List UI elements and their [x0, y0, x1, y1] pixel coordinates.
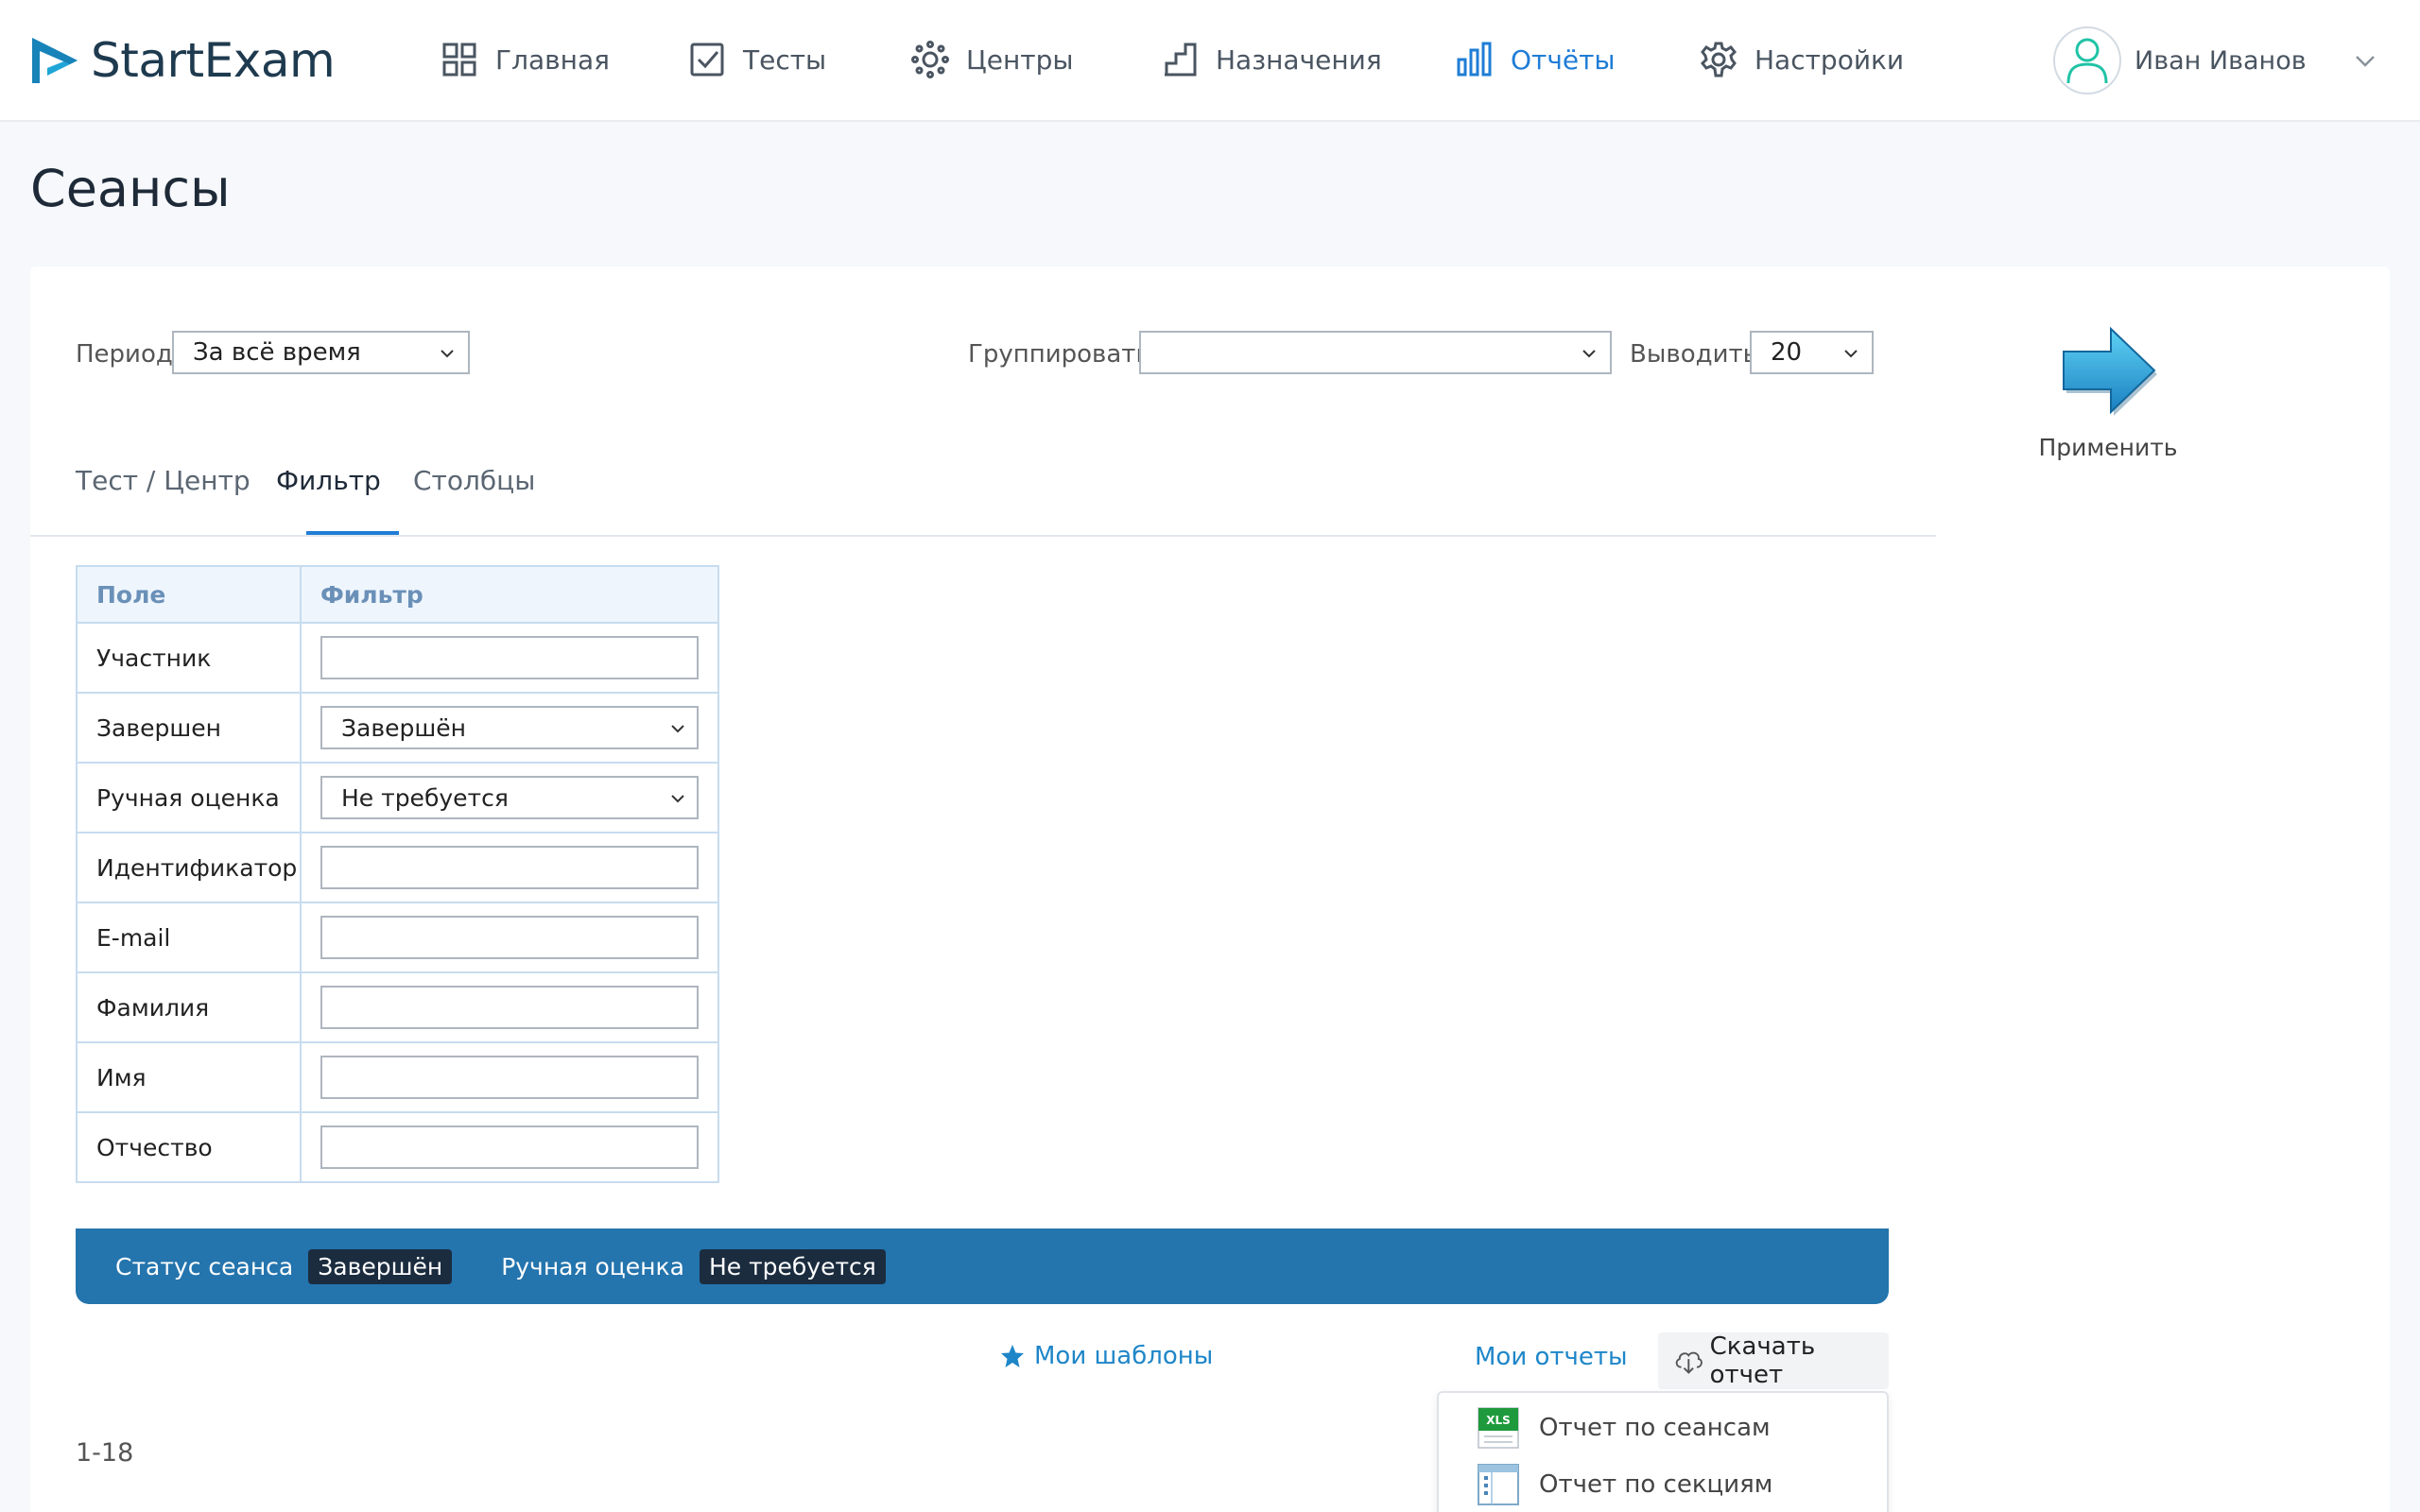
email-input[interactable] [320, 916, 699, 959]
nav-item-home[interactable]: Главная [441, 34, 610, 85]
filter-table: Поле Фильтр Участник Завершен Завершён Р… [76, 565, 719, 1183]
table-row: E-mail [76, 902, 719, 973]
chevron-down-icon [1582, 350, 1596, 358]
period-select[interactable]: За всё время [172, 331, 470, 374]
table-row: Имя [76, 1041, 719, 1113]
page-title: Сеансы [30, 159, 231, 218]
manual-grading-select[interactable]: Не требуется [320, 776, 699, 819]
stairs-icon [1165, 43, 1197, 77]
menu-item-label: Отчет по секциям [1539, 1470, 1773, 1499]
tab-test-center[interactable]: Тест / Центр [76, 465, 251, 496]
tab-columns[interactable]: Столбцы [413, 465, 535, 496]
xls-file-icon: XLS [1478, 1407, 1519, 1449]
field-name: Ручная оценка [76, 762, 302, 833]
participant-input[interactable] [320, 636, 699, 679]
filter-chip-value: Не требуется [699, 1248, 886, 1284]
column-header-filter: Фильтр [300, 565, 719, 624]
user-name: Иван Иванов [2135, 45, 2307, 76]
table-row: Идентификатор [76, 832, 719, 903]
tab-filter[interactable]: Фильтр [276, 465, 381, 496]
nav-item-label: Настройки [1754, 43, 1905, 76]
menu-item-label: Отчет по сеансам [1539, 1414, 1771, 1442]
chevron-down-icon[interactable] [2352, 47, 2378, 74]
nav-item-label: Отчёты [1511, 43, 1616, 76]
apply-button[interactable]: Применить [2032, 318, 2184, 461]
output-label: Выводить [1630, 340, 1757, 369]
checkbox-icon [690, 43, 724, 77]
output-count-select[interactable]: 20 [1750, 331, 1874, 374]
filter-tabs: Тест / Центр Фильтр Столбцы [30, 455, 1936, 537]
period-select-value: За всё время [193, 338, 361, 367]
field-name: Идентификатор [76, 832, 302, 903]
completed-select-value: Завершён [341, 713, 466, 742]
table-row: Отчество [76, 1111, 719, 1183]
nav-item-settings[interactable]: Настройки [1700, 34, 1904, 85]
table-row: Фамилия [76, 971, 719, 1043]
column-header-field: Поле [76, 565, 302, 624]
nav-item-centers[interactable]: Центры [911, 34, 1073, 85]
chevron-down-icon [1844, 350, 1858, 358]
field-name: Фамилия [76, 971, 302, 1043]
sections-file-icon [1478, 1464, 1519, 1505]
user-menu[interactable]: Иван Иванов [2053, 25, 2307, 96]
identifier-input[interactable] [320, 846, 699, 889]
table-row: Завершен Завершён [76, 692, 719, 764]
gear-icon [1700, 42, 1737, 77]
filter-chip-value: Завершён [308, 1248, 453, 1284]
group-label: Группировать [968, 340, 1150, 369]
my-templates-link[interactable]: Мои шаблоны [1000, 1342, 1213, 1370]
download-dropdown-menu: XLS Отчет по сеансам Отчет по секциям [1437, 1391, 1889, 1512]
group-select[interactable] [1139, 331, 1612, 374]
active-tab-indicator [306, 531, 399, 535]
menu-item-sessions-report[interactable]: XLS Отчет по сеансам [1477, 1404, 1771, 1452]
filter-chip-label: Статус сеанса [115, 1252, 294, 1280]
filter-chip-label: Ручная оценка [501, 1252, 684, 1280]
avatar [2053, 26, 2121, 94]
top-navigation-bar: StartExam Главная Тесты Центры Назначени… [0, 0, 2420, 122]
menu-item-sections-report[interactable]: Отчет по секциям [1477, 1461, 1772, 1508]
completed-select[interactable]: Завершён [320, 706, 699, 749]
my-templates-label: Мои шаблоны [1034, 1342, 1214, 1370]
output-count-value: 20 [1771, 338, 1803, 367]
field-name: E-mail [76, 902, 302, 973]
nav-item-label: Центры [966, 43, 1074, 76]
brand-logo[interactable]: StartExam [28, 32, 336, 89]
table-row: Участник [76, 622, 719, 694]
nav-item-assignments[interactable]: Назначения [1161, 34, 1382, 85]
nav-item-label: Тесты [743, 43, 827, 76]
nav-item-label: Главная [495, 43, 610, 76]
my-reports-link[interactable]: Мои отчеты [1475, 1343, 1628, 1371]
nav-item-reports[interactable]: Отчёты [1456, 34, 1616, 85]
chevron-down-icon [441, 350, 454, 358]
chevron-down-icon [671, 725, 684, 733]
manual-grading-select-value: Не требуется [341, 783, 509, 812]
xls-badge: XLS [1486, 1414, 1511, 1427]
star-icon [1001, 1345, 1024, 1367]
period-label: Период [76, 340, 173, 369]
cloud-download-icon [1675, 1351, 1703, 1374]
field-name: Имя [76, 1041, 302, 1113]
active-filters-bar: Статус сеанса Завершён Ручная оценка Не … [76, 1228, 1889, 1304]
startexam-logo-icon [32, 38, 78, 83]
download-report-button[interactable]: Скачать отчет [1658, 1332, 1889, 1389]
field-name: Завершен [76, 692, 302, 764]
field-name: Участник [76, 622, 302, 694]
user-icon [2066, 38, 2108, 84]
patronymic-input[interactable] [320, 1125, 699, 1169]
arrow-right-icon [2063, 326, 2157, 416]
nav-item-label: Назначения [1216, 43, 1382, 76]
first-name-input[interactable] [320, 1056, 699, 1099]
nav-item-tests[interactable]: Тесты [688, 34, 826, 85]
grid-icon [442, 43, 476, 77]
last-name-input[interactable] [320, 986, 699, 1029]
bar-chart-icon [1457, 42, 1492, 77]
apply-button-label: Применить [2038, 434, 2178, 461]
table-row: Ручная оценка Не требуется [76, 762, 719, 833]
chevron-down-icon [671, 795, 684, 803]
sun-icon [911, 41, 949, 78]
download-report-label: Скачать отчет [1709, 1332, 1816, 1389]
brand-name: StartExam [91, 33, 336, 88]
pagination-range: 1-18 [76, 1438, 134, 1468]
field-name: Отчество [76, 1111, 302, 1183]
